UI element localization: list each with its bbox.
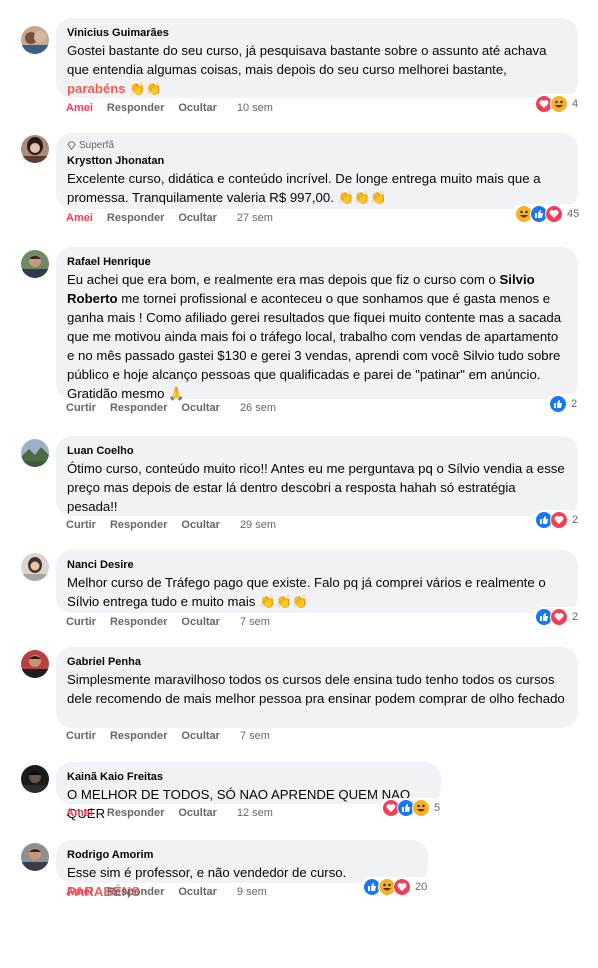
love-reaction-icon: [545, 205, 563, 223]
comment-actions: Amei Responder Ocultar 9 sem: [66, 886, 281, 898]
reply-button[interactable]: Responder: [110, 730, 167, 742]
timestamp[interactable]: 7 sem: [240, 616, 270, 628]
author-name[interactable]: Nanci Desire: [67, 557, 567, 573]
comment-bubble: Nanci Desire Melhor curso de Tráfego pag…: [56, 550, 578, 613]
avatar[interactable]: [21, 26, 49, 54]
comment-actions: Amei Responder Ocultar 27 sem: [66, 212, 287, 224]
avatar[interactable]: [21, 650, 49, 678]
comment-actions: Curtir Responder Ocultar 7 sem: [66, 730, 284, 742]
reaction-summary[interactable]: 20: [361, 877, 431, 897]
love-reaction-icon: [393, 878, 411, 896]
timestamp[interactable]: 12 sem: [237, 807, 273, 819]
hide-button[interactable]: Ocultar: [181, 616, 220, 628]
reaction-count: 45: [567, 208, 580, 220]
author-name[interactable]: Rodrigo Amorim: [67, 847, 417, 863]
timestamp[interactable]: 7 sem: [240, 730, 270, 742]
diamond-icon: [67, 141, 76, 150]
reaction-summary[interactable]: 2: [547, 394, 581, 414]
reaction-summary[interactable]: 5: [380, 798, 444, 818]
comment-text: Gostei bastante do seu curso, já pesquis…: [67, 43, 547, 96]
love-reaction-icon: [550, 511, 568, 529]
avatar[interactable]: [21, 843, 49, 871]
comment-bubble: Gabriel Penha Simplesmente maravilhoso t…: [56, 647, 578, 728]
author-name[interactable]: Gabriel Penha: [67, 654, 567, 670]
comment-text: Ótimo curso, conteúdo muito rico!! Antes…: [67, 461, 565, 514]
reply-button[interactable]: Responder: [107, 102, 164, 114]
like-button[interactable]: Curtir: [66, 402, 96, 414]
love-reaction-icon: [550, 608, 568, 626]
comment-actions: Amei Responder Ocultar 10 sem: [66, 102, 287, 114]
avatar[interactable]: [21, 135, 49, 163]
comment-actions: Amei Responder Ocultar 12 sem: [66, 807, 287, 819]
comment-bubble: Superfã Krystton Jhonatan Excelente curs…: [56, 133, 578, 209]
comment-text: Eu achei que era bom, e realmente era ma…: [67, 272, 562, 401]
comment-text: Excelente curso, didática e conteúdo inc…: [67, 171, 541, 205]
reaction-summary[interactable]: 45: [513, 204, 583, 224]
author-name[interactable]: Krystton Jhonatan: [67, 153, 567, 169]
reaction-count: 5: [434, 802, 441, 814]
avatar[interactable]: [21, 250, 49, 278]
reply-button[interactable]: Responder: [107, 886, 164, 898]
hide-button[interactable]: Ocultar: [181, 519, 220, 531]
reply-button[interactable]: Responder: [110, 616, 167, 628]
timestamp[interactable]: 29 sem: [240, 519, 276, 531]
like-reaction-icon: [549, 395, 567, 413]
comment-bubble: Luan Coelho Ótimo curso, conteúdo muito …: [56, 436, 578, 516]
author-name[interactable]: Luan Coelho: [67, 443, 567, 459]
comment-bubble: Rafael Henrique Eu achei que era bom, e …: [56, 247, 578, 401]
reaction-summary[interactable]: 2: [533, 607, 582, 627]
author-name[interactable]: Kainã Kaio Freitas: [67, 769, 430, 785]
reply-button[interactable]: Responder: [107, 212, 164, 224]
author-name[interactable]: Vinicius Guimarães: [67, 25, 567, 41]
avatar[interactable]: [21, 765, 49, 793]
reaction-count: 2: [572, 514, 579, 526]
avatar[interactable]: [21, 439, 49, 467]
love-button[interactable]: Amei: [66, 102, 93, 114]
haha-reaction-icon: [412, 799, 430, 817]
like-button[interactable]: Curtir: [66, 519, 96, 531]
love-button[interactable]: Amei: [66, 807, 93, 819]
reaction-count: 2: [572, 611, 579, 623]
hide-button[interactable]: Ocultar: [181, 730, 220, 742]
hide-button[interactable]: Ocultar: [178, 886, 217, 898]
superfan-badge: Superfã: [67, 140, 567, 151]
haha-reaction-icon: [550, 95, 568, 113]
timestamp[interactable]: 27 sem: [237, 212, 273, 224]
reply-button[interactable]: Responder: [110, 402, 167, 414]
reply-button[interactable]: Responder: [107, 807, 164, 819]
hide-button[interactable]: Ocultar: [178, 212, 217, 224]
comment-text: Simplesmente maravilhoso todos os cursos…: [67, 672, 565, 706]
comment-actions: Curtir Responder Ocultar 26 sem: [66, 402, 290, 414]
reaction-summary[interactable]: 2: [533, 510, 582, 530]
love-button[interactable]: Amei: [66, 886, 93, 898]
author-name[interactable]: Rafael Henrique: [67, 254, 567, 270]
like-button[interactable]: Curtir: [66, 730, 96, 742]
timestamp[interactable]: 26 sem: [240, 402, 276, 414]
reply-button[interactable]: Responder: [110, 519, 167, 531]
love-button[interactable]: Amei: [66, 212, 93, 224]
comment-actions: Curtir Responder Ocultar 29 sem: [66, 519, 290, 531]
comment-actions: Curtir Responder Ocultar 7 sem: [66, 616, 284, 628]
hide-button[interactable]: Ocultar: [178, 102, 217, 114]
highlighted-text: parabéns: [67, 81, 126, 96]
avatar[interactable]: [21, 553, 49, 581]
timestamp[interactable]: 10 sem: [237, 102, 273, 114]
hide-button[interactable]: Ocultar: [178, 807, 217, 819]
reaction-count: 20: [415, 881, 428, 893]
timestamp[interactable]: 9 sem: [237, 886, 267, 898]
comment-bubble: Kainã Kaio Freitas O MELHOR DE TODOS, SÓ…: [56, 762, 441, 821]
like-button[interactable]: Curtir: [66, 616, 96, 628]
comment-text: Melhor curso de Tráfego pago que existe.…: [67, 575, 546, 609]
badge-label: Superfã: [79, 140, 115, 151]
reaction-count: 4: [572, 98, 579, 110]
reaction-summary[interactable]: 4: [533, 94, 582, 114]
reaction-count: 2: [571, 398, 578, 410]
hide-button[interactable]: Ocultar: [181, 402, 220, 414]
comment-bubble: Vinicius Guimarães Gostei bastante do se…: [56, 18, 578, 98]
